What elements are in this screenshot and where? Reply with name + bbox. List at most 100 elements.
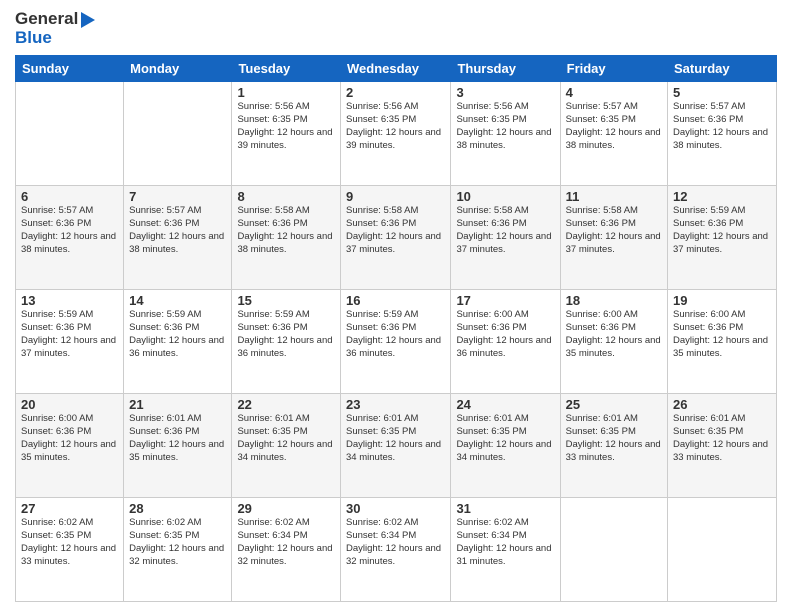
calendar-cell: [668, 498, 777, 602]
day-info: Sunrise: 6:01 AM Sunset: 6:35 PM Dayligh…: [346, 413, 445, 464]
day-info: Sunrise: 5:59 AM Sunset: 6:36 PM Dayligh…: [21, 309, 118, 360]
week-row-3: 20Sunrise: 6:00 AM Sunset: 6:36 PM Dayli…: [16, 394, 777, 498]
calendar-cell: 27Sunrise: 6:02 AM Sunset: 6:35 PM Dayli…: [16, 498, 124, 602]
logo-blue: Blue: [15, 29, 95, 48]
day-info: Sunrise: 6:01 AM Sunset: 6:35 PM Dayligh…: [673, 413, 771, 464]
day-number: 20: [21, 397, 118, 412]
day-number: 8: [237, 189, 335, 204]
weekday-header-friday: Friday: [560, 56, 667, 82]
header: General Blue: [15, 10, 777, 47]
day-info: Sunrise: 5:59 AM Sunset: 6:36 PM Dayligh…: [346, 309, 445, 360]
calendar-cell: 6Sunrise: 5:57 AM Sunset: 6:36 PM Daylig…: [16, 186, 124, 290]
calendar-cell: 26Sunrise: 6:01 AM Sunset: 6:35 PM Dayli…: [668, 394, 777, 498]
calendar-cell: 18Sunrise: 6:00 AM Sunset: 6:36 PM Dayli…: [560, 290, 667, 394]
weekday-header-saturday: Saturday: [668, 56, 777, 82]
day-number: 23: [346, 397, 445, 412]
week-row-1: 6Sunrise: 5:57 AM Sunset: 6:36 PM Daylig…: [16, 186, 777, 290]
day-number: 30: [346, 501, 445, 516]
day-info: Sunrise: 5:59 AM Sunset: 6:36 PM Dayligh…: [673, 205, 771, 256]
day-number: 27: [21, 501, 118, 516]
day-number: 17: [456, 293, 554, 308]
week-row-4: 27Sunrise: 6:02 AM Sunset: 6:35 PM Dayli…: [16, 498, 777, 602]
calendar-cell: 29Sunrise: 6:02 AM Sunset: 6:34 PM Dayli…: [232, 498, 341, 602]
day-info: Sunrise: 5:58 AM Sunset: 6:36 PM Dayligh…: [566, 205, 662, 256]
calendar-cell: 30Sunrise: 6:02 AM Sunset: 6:34 PM Dayli…: [341, 498, 451, 602]
calendar-cell: [560, 498, 667, 602]
day-number: 24: [456, 397, 554, 412]
day-info: Sunrise: 6:00 AM Sunset: 6:36 PM Dayligh…: [21, 413, 118, 464]
week-row-0: 1 Sunrise: 5:56 AM Sunset: 6:35 PM Daylig…: [16, 82, 777, 186]
day-info: Sunrise: 6:00 AM Sunset: 6:36 PM Dayligh…: [456, 309, 554, 360]
day-number: 7: [129, 189, 226, 204]
day-info: Sunrise: 5:59 AM Sunset: 6:36 PM Dayligh…: [129, 309, 226, 360]
weekday-header-thursday: Thursday: [451, 56, 560, 82]
calendar-cell: 31Sunrise: 6:02 AM Sunset: 6:34 PM Dayli…: [451, 498, 560, 602]
day-info: Sunrise: 6:01 AM Sunset: 6:35 PM Dayligh…: [566, 413, 662, 464]
calendar-cell: 5Sunrise: 5:57 AM Sunset: 6:36 PM Daylig…: [668, 82, 777, 186]
calendar-cell: 13Sunrise: 5:59 AM Sunset: 6:36 PM Dayli…: [16, 290, 124, 394]
day-info: Sunrise: 6:02 AM Sunset: 6:35 PM Dayligh…: [21, 517, 118, 568]
logo-general: General: [15, 10, 95, 29]
day-info: Sunrise: 6:02 AM Sunset: 6:34 PM Dayligh…: [346, 517, 445, 568]
calendar-cell: 11Sunrise: 5:58 AM Sunset: 6:36 PM Dayli…: [560, 186, 667, 290]
day-info: Sunrise: 5:57 AM Sunset: 6:35 PM Dayligh…: [566, 101, 662, 152]
day-number: 14: [129, 293, 226, 308]
day-number: 9: [346, 189, 445, 204]
day-number: 26: [673, 397, 771, 412]
day-number: 18: [566, 293, 662, 308]
day-info: Sunrise: 6:00 AM Sunset: 6:36 PM Dayligh…: [566, 309, 662, 360]
day-number: 13: [21, 293, 118, 308]
calendar-cell: 25Sunrise: 6:01 AM Sunset: 6:35 PM Dayli…: [560, 394, 667, 498]
day-number: 3: [456, 85, 554, 100]
calendar-cell: 9Sunrise: 5:58 AM Sunset: 6:36 PM Daylig…: [341, 186, 451, 290]
day-info: Sunrise: 6:02 AM Sunset: 6:34 PM Dayligh…: [456, 517, 554, 568]
day-info: Sunrise: 5:58 AM Sunset: 6:36 PM Dayligh…: [456, 205, 554, 256]
day-info: Sunrise: 6:01 AM Sunset: 6:35 PM Dayligh…: [237, 413, 335, 464]
calendar-cell: 20Sunrise: 6:00 AM Sunset: 6:36 PM Dayli…: [16, 394, 124, 498]
logo: General Blue: [15, 10, 95, 47]
calendar-cell: 14Sunrise: 5:59 AM Sunset: 6:36 PM Dayli…: [124, 290, 232, 394]
calendar-cell: 10Sunrise: 5:58 AM Sunset: 6:36 PM Dayli…: [451, 186, 560, 290]
day-number: 6: [21, 189, 118, 204]
day-info: Sunrise: 5:59 AM Sunset: 6:36 PM Dayligh…: [237, 309, 335, 360]
calendar-cell: 21Sunrise: 6:01 AM Sunset: 6:36 PM Dayli…: [124, 394, 232, 498]
calendar-cell: [124, 82, 232, 186]
day-number: 4: [566, 85, 662, 100]
day-info: Sunrise: 6:01 AM Sunset: 6:35 PM Dayligh…: [456, 413, 554, 464]
day-info: Sunrise: 6:01 AM Sunset: 6:36 PM Dayligh…: [129, 413, 226, 464]
day-number: 11: [566, 189, 662, 204]
calendar-cell: 2Sunrise: 5:56 AM Sunset: 6:35 PM Daylig…: [341, 82, 451, 186]
calendar-cell: 12Sunrise: 5:59 AM Sunset: 6:36 PM Dayli…: [668, 186, 777, 290]
day-number: 25: [566, 397, 662, 412]
day-info: Sunrise: 5:56 AM Sunset: 6:35 PM Dayligh…: [456, 101, 554, 152]
calendar-cell: [16, 82, 124, 186]
calendar-cell: 28Sunrise: 6:02 AM Sunset: 6:35 PM Dayli…: [124, 498, 232, 602]
day-info: Sunrise: 6:02 AM Sunset: 6:34 PM Dayligh…: [237, 517, 335, 568]
calendar-cell: 19Sunrise: 6:00 AM Sunset: 6:36 PM Dayli…: [668, 290, 777, 394]
calendar-cell: 15Sunrise: 5:59 AM Sunset: 6:36 PM Dayli…: [232, 290, 341, 394]
calendar-cell: 16Sunrise: 5:59 AM Sunset: 6:36 PM Dayli…: [341, 290, 451, 394]
day-number: 22: [237, 397, 335, 412]
calendar-cell: 22Sunrise: 6:01 AM Sunset: 6:35 PM Dayli…: [232, 394, 341, 498]
day-number: 16: [346, 293, 445, 308]
day-number: 15: [237, 293, 335, 308]
day-number: 29: [237, 501, 335, 516]
week-row-2: 13Sunrise: 5:59 AM Sunset: 6:36 PM Dayli…: [16, 290, 777, 394]
day-info: Sunrise: 5:58 AM Sunset: 6:36 PM Dayligh…: [346, 205, 445, 256]
day-info: Sunrise: 5:58 AM Sunset: 6:36 PM Dayligh…: [237, 205, 335, 256]
day-number: 19: [673, 293, 771, 308]
day-info: Sunrise: 5:57 AM Sunset: 6:36 PM Dayligh…: [673, 101, 771, 152]
day-info: Sunrise: 6:02 AM Sunset: 6:35 PM Dayligh…: [129, 517, 226, 568]
calendar-cell: 24Sunrise: 6:01 AM Sunset: 6:35 PM Dayli…: [451, 394, 560, 498]
weekday-header-tuesday: Tuesday: [232, 56, 341, 82]
day-number: 28: [129, 501, 226, 516]
day-number: 1: [237, 85, 335, 100]
weekday-header-row: SundayMondayTuesdayWednesdayThursdayFrid…: [16, 56, 777, 82]
day-info: Sunrise: 5:57 AM Sunset: 6:36 PM Dayligh…: [129, 205, 226, 256]
day-number: 31: [456, 501, 554, 516]
weekday-header-wednesday: Wednesday: [341, 56, 451, 82]
day-info: Sunrise: 5:57 AM Sunset: 6:36 PM Dayligh…: [21, 205, 118, 256]
day-number: 5: [673, 85, 771, 100]
day-number: 12: [673, 189, 771, 204]
day-info: Sunrise: 5:56 AM Sunset: 6:35 PM Dayligh…: [346, 101, 445, 152]
